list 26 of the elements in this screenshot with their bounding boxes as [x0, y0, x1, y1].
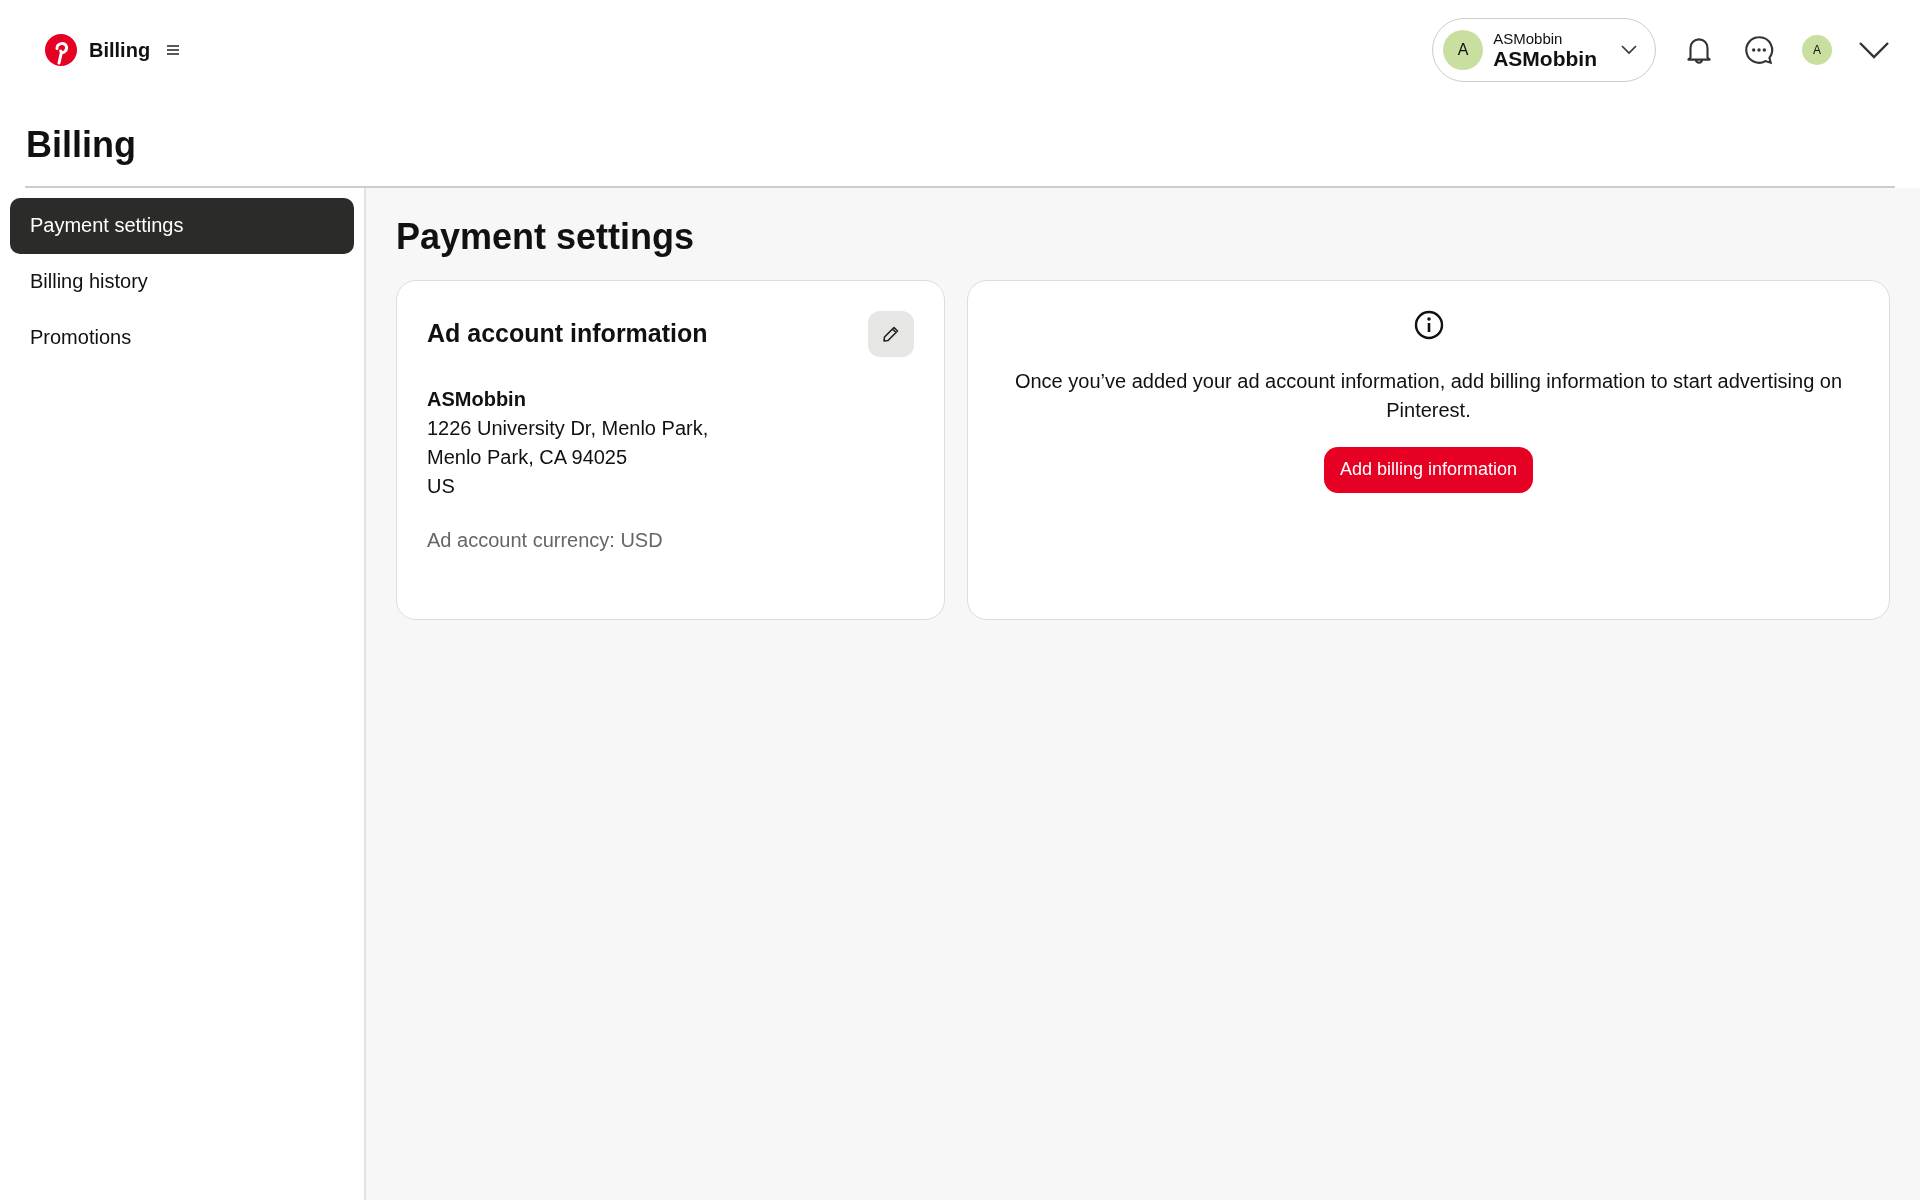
currency-text: Ad account currency: USD [427, 528, 664, 552]
page-title: Billing [26, 123, 137, 167]
account-avatar: A [1443, 30, 1484, 70]
sidebar-item[interactable]: Billing history [10, 253, 354, 310]
sidebar-item[interactable]: Payment settings [10, 197, 354, 254]
menu-icon[interactable] [166, 44, 181, 56]
address-line: US [427, 473, 456, 499]
address-line: 1226 University Dr, Menlo Park, [427, 415, 710, 441]
section-title: Payment settings [396, 215, 696, 258]
app-title: Billing [89, 38, 151, 62]
messages-icon[interactable] [1742, 33, 1776, 67]
account-name: ASMobbin [1493, 46, 1597, 71]
add-billing-button[interactable]: Add billing information [1323, 446, 1534, 493]
account-holder-name: ASMobbin [427, 386, 527, 412]
user-avatar[interactable]: A [1802, 35, 1832, 65]
billing-message: Once you’ve added your ad account information, add billing information to start advertising on Pinterest. [1013, 368, 1844, 423]
edit-button[interactable] [868, 310, 914, 357]
chevron-down-icon[interactable] [1858, 41, 1890, 59]
chevron-down-icon [1621, 45, 1637, 55]
logo-icon[interactable] [45, 34, 77, 66]
account-label: ASMobbin [1493, 29, 1563, 47]
address-line: Menlo Park, CA 94025 [427, 444, 629, 470]
sidebar-item[interactable]: Promotions [10, 309, 354, 366]
account-switcher[interactable]: A ASMobbin ASMobbin [1432, 18, 1656, 82]
info-icon [1412, 308, 1445, 341]
card-title: Ad account information [427, 319, 708, 348]
